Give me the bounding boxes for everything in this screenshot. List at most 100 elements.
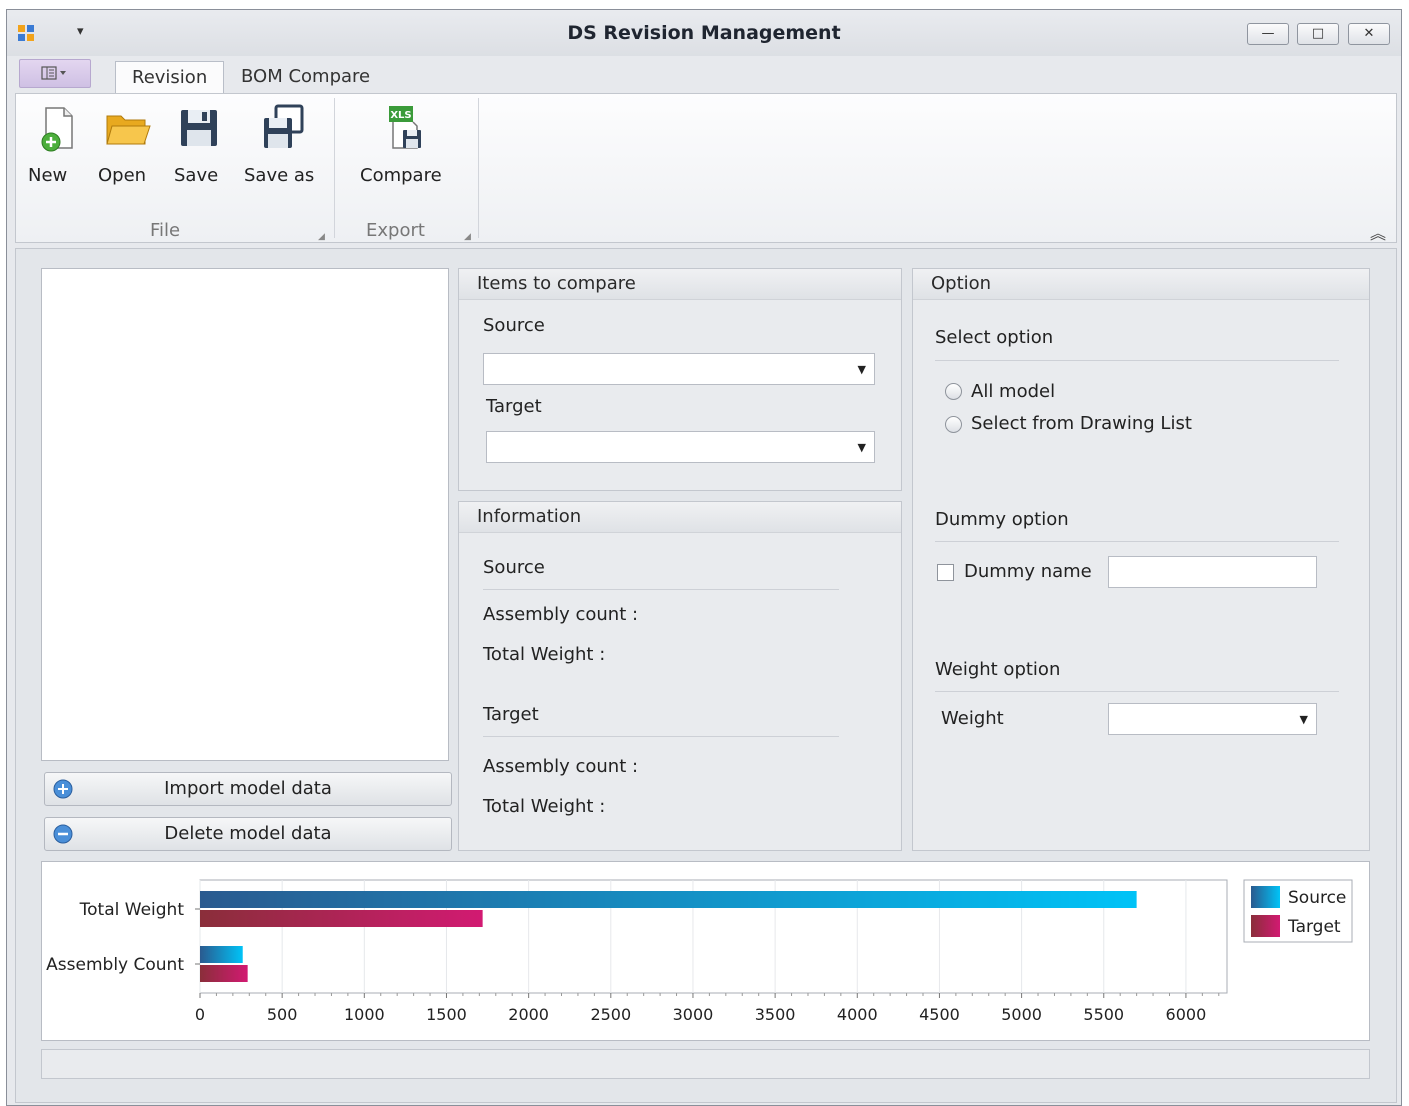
select-option-label: Select option [935,327,1054,348]
export-group-launcher-icon[interactable]: ◢ [464,232,471,242]
legend-label-target: Target [1287,917,1341,937]
chevron-down-icon[interactable]: ▼ [1300,713,1308,726]
dummy-name-input[interactable] [1108,556,1317,588]
divider [483,589,839,590]
bar-target[interactable] [200,910,483,927]
save-as-label: Save as [244,165,315,186]
dummy-option-label: Dummy option [935,509,1069,530]
x-tick-label: 5500 [1083,1005,1124,1024]
save-as-icon [264,104,304,148]
divider [935,691,1339,692]
folder-icon [106,115,151,145]
tab-revision[interactable]: Revision [115,61,225,93]
chart-svg: 0 500 1000 1500 2000 2500 3000 3500 4000 4500 5000… [46,879,1353,1024]
x-tick-label: 5000 [1001,1005,1042,1024]
bar-source[interactable] [200,946,243,963]
bar-source[interactable] [200,891,1137,908]
ribbon: New Open Save Save as File ◢ XLS Compare… [15,93,1397,243]
collapse-ribbon-icon[interactable]: ︽ [1370,220,1386,244]
information-header: Information [459,502,901,533]
source-assembly-count: Assembly count : [483,604,639,625]
minus-circle-icon [53,824,73,844]
info-target-label: Target [483,704,539,725]
information-panel: Information Source Assembly count : Tota… [458,501,902,851]
import-model-data-button[interactable]: Import model data [44,772,452,806]
x-tick-label: 500 [267,1005,298,1024]
save-as-button[interactable]: Save as [244,104,320,186]
info-source-label: Source [483,557,545,578]
y-tick-label: Assembly Count [46,955,184,975]
select-from-drawing-list-label[interactable]: Select from Drawing List [971,413,1192,434]
application-window: ▾ DS Revision Management — □ ✕ Revision … [6,9,1402,1106]
y-tick-label: Total Weight [79,900,185,920]
comparison-chart: 0 500 1000 1500 2000 2500 3000 3500 4000 4500 5000… [41,861,1370,1041]
excel-export-icon: XLS [389,106,421,149]
source-combo[interactable]: ▼ [483,353,875,385]
source-total-weight: Total Weight : [483,644,606,665]
new-document-icon [41,107,73,152]
weight-combo[interactable]: ▼ [1108,703,1317,735]
save-disk-icon [181,110,217,146]
minimize-button[interactable]: — [1247,23,1289,45]
application-menu-button[interactable] [19,59,91,88]
legend-swatch-target [1251,915,1280,937]
import-label: Import model data [164,778,332,799]
x-tick-label: 0 [195,1005,205,1024]
divider [483,736,839,737]
bar-target[interactable] [200,965,248,982]
model-list[interactable] [41,268,449,761]
file-group-label: File [150,220,181,241]
all-model-label[interactable]: All model [971,381,1055,402]
main-content: Import model data Delete model data Item… [15,248,1397,1103]
export-group-label: Export [366,220,425,241]
legend-label-source: Source [1288,888,1346,908]
tab-bom-compare[interactable]: BOM Compare [225,61,386,93]
dummy-name-label[interactable]: Dummy name [964,561,1092,582]
close-button[interactable]: ✕ [1348,23,1390,45]
restore-button[interactable]: □ [1297,23,1339,45]
ribbon-tab-bar: Revision BOM Compare [7,56,1401,93]
target-total-weight: Total Weight : [483,796,606,817]
delete-model-data-button[interactable]: Delete model data [44,817,452,851]
new-button[interactable]: New [28,104,88,186]
status-bar [41,1049,1370,1079]
x-tick-label: 2000 [508,1005,549,1024]
open-button[interactable]: Open [98,104,158,186]
target-combo[interactable]: ▼ [486,431,875,463]
items-to-compare-header: Items to compare [459,269,901,300]
chevron-down-icon[interactable]: ▼ [858,441,866,454]
group-separator [334,98,335,238]
divider [935,360,1339,361]
weight-option-label: Weight option [935,659,1061,680]
all-model-radio[interactable] [945,383,962,400]
dummy-name-checkbox[interactable] [937,564,954,581]
open-label: Open [98,165,147,186]
plus-circle-icon [53,779,73,799]
select-from-drawing-list-radio[interactable] [945,416,962,433]
items-to-compare-panel: Items to compare Source ▼ Target ▼ [458,268,902,491]
window-title: DS Revision Management [567,22,841,44]
option-panel: Option Select option All model Select fr… [912,268,1370,851]
target-label: Target [486,396,542,417]
file-group-launcher-icon[interactable]: ◢ [318,232,325,242]
x-tick-label: 4500 [919,1005,960,1024]
title-bar: ▾ DS Revision Management — □ ✕ [7,10,1401,56]
xls-badge-text: XLS [390,110,411,121]
app-menu-icon [41,66,66,80]
save-button[interactable]: Save [174,104,224,186]
x-tick-label: 6000 [1166,1005,1207,1024]
target-assembly-count: Assembly count : [483,756,639,777]
compare-button[interactable]: XLS Compare [360,104,450,186]
delete-label: Delete model data [164,823,332,844]
x-tick-label: 3000 [673,1005,714,1024]
group-separator [478,98,479,238]
x-tick-label: 2500 [590,1005,631,1024]
x-tick-label: 4000 [837,1005,878,1024]
x-tick-label: 3500 [755,1005,796,1024]
compare-label: Compare [360,165,442,186]
new-label: New [28,165,68,186]
source-label: Source [483,315,545,336]
chevron-down-icon[interactable]: ▼ [858,363,866,376]
weight-label: Weight [941,708,1004,729]
x-tick-label: 1500 [426,1005,467,1024]
